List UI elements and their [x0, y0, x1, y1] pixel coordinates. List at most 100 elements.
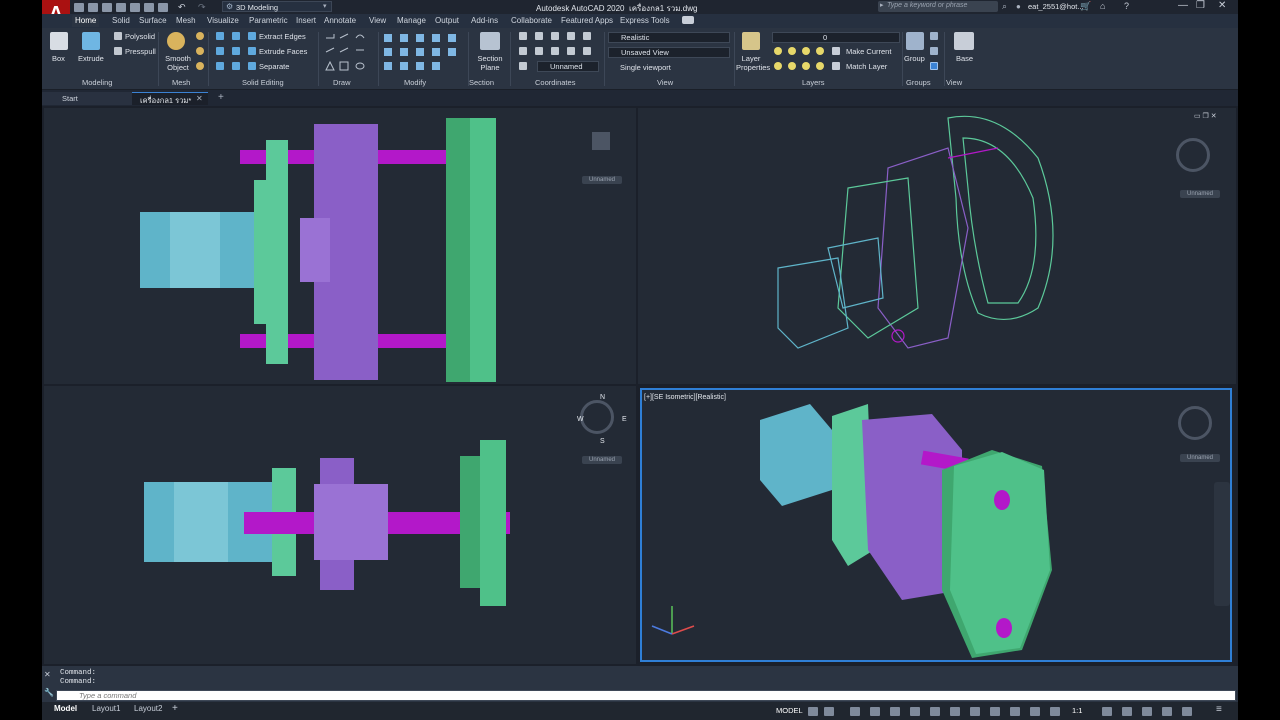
navigation-cube-iso[interactable]	[1178, 406, 1212, 440]
match-layer-button[interactable]: Match Layer	[846, 62, 887, 71]
modify-panel-title[interactable]: Modify	[404, 78, 426, 87]
layer-freeze-icon[interactable]	[802, 47, 810, 55]
group-icon[interactable]	[906, 32, 924, 50]
customize-icon[interactable]: 🔧	[44, 688, 54, 697]
add-layout-button[interactable]: +	[172, 703, 178, 714]
polysolid-button[interactable]: Polysolid	[125, 32, 155, 41]
viewport-controls-label[interactable]: [+][SE Isometric][Realistic]	[644, 394, 726, 401]
ucs-origin-icon[interactable]	[551, 32, 559, 40]
viewport-top-left[interactable]: Unnamed	[44, 108, 636, 384]
tab-layout2[interactable]: Layout2	[134, 704, 162, 713]
extrude-faces-button[interactable]: Extrude Faces	[259, 47, 307, 56]
box-button-label[interactable]: Box	[52, 54, 65, 63]
ribbon-tab-visualize[interactable]: Visualize	[204, 15, 242, 27]
ribbon-tab-annotate[interactable]: Annotate	[321, 15, 359, 27]
layer-unisolate-icon[interactable]	[788, 62, 796, 70]
ucs-dropdown[interactable]: Unnamed	[537, 61, 599, 72]
ucs-world-icon[interactable]	[535, 32, 543, 40]
layer-properties-icon[interactable]	[742, 32, 760, 50]
section-plane-icon[interactable]	[480, 32, 500, 50]
navigation-bar[interactable]	[1214, 482, 1230, 606]
make-current-button[interactable]: Make Current	[846, 47, 891, 56]
ucs-face-icon[interactable]	[519, 47, 527, 55]
grid-icon[interactable]	[808, 707, 818, 716]
isolate-objects-icon[interactable]	[1142, 707, 1152, 716]
solid-editing-panel-title[interactable]: Solid Editing	[242, 78, 284, 87]
open-icon[interactable]	[88, 3, 98, 12]
ucs-view-icon[interactable]	[567, 32, 575, 40]
restore-icon[interactable]: ❐	[1196, 0, 1205, 11]
viewport-configuration-button[interactable]: Single viewport	[620, 63, 671, 72]
save-icon[interactable]	[102, 3, 112, 12]
tab-model[interactable]: Model	[54, 704, 77, 713]
extrude-icon[interactable]	[82, 32, 100, 50]
close-command-icon[interactable]: ✕	[44, 670, 51, 679]
modeling-panel-title[interactable]: Modeling	[82, 78, 112, 87]
save-as-icon[interactable]	[116, 3, 126, 12]
selection-filter-icon[interactable]	[990, 707, 1000, 716]
search-icon[interactable]: ⌕	[1002, 1, 1007, 12]
tab-start[interactable]: Start	[42, 92, 132, 105]
ucs-unnamed-label[interactable]: Unnamed	[582, 176, 622, 184]
gizmo-icon[interactable]	[1010, 707, 1020, 716]
view-panel-title[interactable]: View	[657, 78, 673, 87]
subtract-icon[interactable]	[216, 47, 224, 55]
interfere-icon[interactable]	[232, 32, 240, 40]
clean-screen-icon[interactable]	[1182, 707, 1192, 716]
help-icon[interactable]: ?	[1124, 1, 1129, 11]
annotation-visibility-icon[interactable]	[1030, 707, 1040, 716]
snap-icon[interactable]	[824, 707, 834, 716]
realistic-iso-model[interactable]	[642, 390, 1230, 660]
autodesk-app-icon[interactable]: ⌂	[1100, 1, 1105, 11]
layer-isolate-icon[interactable]	[788, 47, 796, 55]
ribbon-tab-mesh[interactable]: Mesh	[173, 15, 199, 27]
ucs-unnamed-label-4[interactable]: Unnamed	[1180, 454, 1220, 462]
annotation-scale[interactable]: 1:1	[1072, 706, 1082, 715]
ribbon-tab-insert[interactable]: Insert	[293, 15, 319, 27]
view-panel-title-2[interactable]: View	[946, 78, 962, 87]
workspace-switching-icon[interactable]	[1102, 707, 1112, 716]
close-icon[interactable]: ✕	[1218, 0, 1226, 11]
presspull-button[interactable]: Presspull	[125, 47, 156, 56]
ribbon-tab-add-ins[interactable]: Add-ins	[468, 15, 501, 27]
plot-icon[interactable]	[144, 3, 154, 12]
extract-edges-button[interactable]: Extract Edges	[259, 32, 306, 41]
ortho-icon[interactable]	[850, 707, 860, 716]
3d-object-snap-icon[interactable]	[950, 707, 960, 716]
ribbon-tab-solid[interactable]: Solid	[109, 15, 133, 27]
viewport-bottom-right-active[interactable]: [+][SE Isometric][Realistic] Unnamed	[640, 388, 1232, 662]
groups-panel-title[interactable]: Groups	[906, 78, 931, 87]
tab-layout1[interactable]: Layout1	[92, 704, 120, 713]
ribbon-tab-collaborate[interactable]: Collaborate	[508, 15, 555, 27]
layer-properties-label[interactable]: Layer Properties	[736, 54, 770, 72]
section-panel-title[interactable]: Section	[469, 78, 494, 87]
search-input[interactable]: ▸ Type a keyword or phrase	[878, 1, 998, 12]
annotation-monitor-icon[interactable]	[1122, 707, 1132, 716]
object-snap-tracking-icon[interactable]	[910, 707, 920, 716]
mesh-smooth-less-icon[interactable]	[196, 47, 204, 55]
ucs-icon[interactable]	[519, 32, 527, 40]
command-input[interactable]: Type a command	[56, 690, 1236, 701]
hardware-acceleration-icon[interactable]	[1162, 707, 1172, 716]
new-tab-icon[interactable]: +	[218, 92, 224, 103]
intersect-icon[interactable]	[216, 62, 224, 70]
slice-icon[interactable]	[232, 47, 240, 55]
polar-icon[interactable]	[870, 707, 880, 716]
workspace-switcher[interactable]: ⚙ 3D Modeling ▾	[222, 1, 332, 12]
mesh-refine-icon[interactable]	[196, 62, 204, 70]
auto-scale-icon[interactable]	[1050, 707, 1060, 716]
web-mobile-icon[interactable]	[130, 3, 140, 12]
ribbon-tab-featured-apps[interactable]: Featured Apps	[558, 15, 616, 27]
layer-off-icon[interactable]	[774, 47, 782, 55]
modify-tools-grid[interactable]	[382, 32, 462, 72]
base-view-icon[interactable]	[954, 32, 974, 50]
ribbon-tab-home[interactable]: Home	[72, 15, 100, 27]
ucs-z-icon[interactable]	[583, 47, 591, 55]
box-icon[interactable]	[50, 32, 68, 50]
draw-panel-title[interactable]: Draw	[333, 78, 351, 87]
customization-menu-icon[interactable]: ≡	[1216, 704, 1222, 715]
isodraft-icon[interactable]	[890, 707, 900, 716]
draw-tools-grid[interactable]	[324, 32, 374, 72]
model-space-toggle[interactable]: MODEL	[776, 706, 803, 715]
layer-dropdown[interactable]: 0	[772, 32, 900, 43]
